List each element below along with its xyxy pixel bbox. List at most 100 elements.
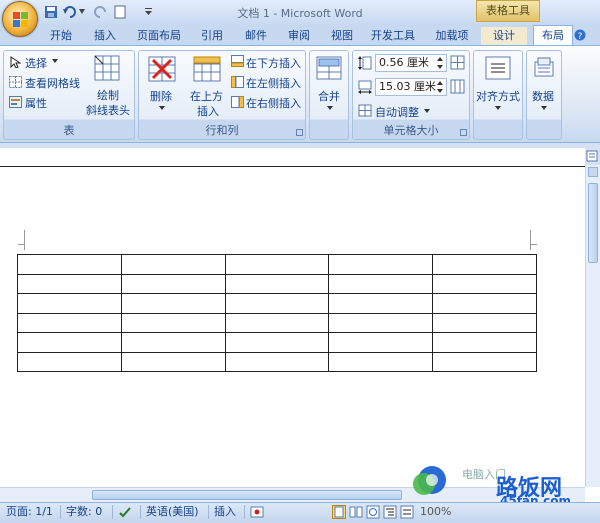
select-dropdown-icon[interactable] — [52, 59, 58, 63]
table-cell[interactable] — [328, 351, 434, 372]
tab-insert[interactable]: 插入 — [89, 27, 121, 45]
tab-add-ins[interactable]: 加载项 — [432, 27, 472, 45]
view-gridlines-button[interactable]: 查看网格线 — [25, 75, 80, 91]
insert-left-button[interactable]: 在左侧插入 — [246, 75, 301, 91]
table-cell[interactable] — [120, 312, 226, 333]
autofit-dropdown-icon[interactable] — [424, 109, 430, 113]
table-cell[interactable] — [328, 293, 434, 314]
table-cell[interactable] — [17, 351, 122, 372]
office-logo-icon — [13, 12, 28, 27]
tab-page-layout[interactable]: 页面布局 — [133, 27, 185, 45]
macro-record-icon[interactable] — [250, 505, 264, 519]
insert-above-line1[interactable]: 在上方 — [190, 88, 223, 104]
table-cell[interactable] — [432, 273, 537, 294]
tab-layout[interactable]: 布局 — [533, 25, 573, 46]
insert-above-line2[interactable]: 插入 — [197, 103, 219, 119]
size-dialog-launcher-icon[interactable] — [460, 129, 467, 136]
table-cell[interactable] — [328, 312, 434, 333]
col-width-spinner-icon[interactable] — [436, 79, 444, 95]
print-layout-view-icon[interactable] — [332, 505, 346, 519]
document-table[interactable] — [17, 254, 537, 372]
margin-corner-right — [531, 244, 537, 245]
full-screen-reading-icon[interactable] — [349, 505, 363, 519]
status-insert-mode[interactable]: 插入 — [214, 504, 236, 520]
tab-developer[interactable]: 开发工具 — [369, 27, 417, 45]
table-cell[interactable] — [17, 312, 122, 333]
data-dropdown-icon[interactable] — [541, 106, 547, 110]
vertical-scroll-thumb[interactable] — [588, 183, 598, 263]
office-button[interactable] — [2, 1, 38, 37]
tab-view[interactable]: 视图 — [326, 27, 358, 45]
view-ruler-icon[interactable] — [586, 150, 598, 162]
table-cell[interactable] — [328, 273, 434, 294]
alignment-dropdown-icon[interactable] — [495, 106, 501, 110]
group-table-label: 表 — [63, 124, 75, 137]
table-row[interactable] — [17, 293, 537, 314]
outline-view-icon[interactable] — [383, 505, 397, 519]
properties-button[interactable]: 属性 — [25, 95, 47, 111]
table-cell[interactable] — [432, 254, 537, 275]
row-height-spinner-icon[interactable] — [436, 55, 444, 71]
merge-button[interactable]: 合并 — [318, 88, 340, 104]
table-cell[interactable] — [224, 254, 330, 275]
table-row[interactable] — [17, 351, 537, 372]
horizontal-scroll-thumb[interactable] — [92, 490, 402, 500]
table-cell[interactable] — [328, 254, 434, 275]
table-cell[interactable] — [328, 332, 434, 353]
draw-header-line1[interactable]: 绘制 — [97, 87, 119, 103]
table-cell[interactable] — [224, 312, 330, 333]
table-cell[interactable] — [224, 351, 330, 372]
status-language[interactable]: 英语(美国) — [146, 504, 199, 520]
rows-dialog-launcher-icon[interactable] — [296, 129, 303, 136]
table-cell[interactable] — [120, 293, 226, 314]
scroll-up-button[interactable] — [588, 167, 598, 177]
select-button[interactable]: 选择 — [25, 55, 47, 71]
zoom-level[interactable]: 100% — [420, 504, 451, 520]
autofit-button[interactable]: 自动调整 — [375, 104, 419, 120]
gridlines-icon — [9, 76, 22, 88]
table-cell[interactable] — [224, 273, 330, 294]
table-cell[interactable] — [432, 293, 537, 314]
tab-review[interactable]: 审阅 — [283, 27, 315, 45]
table-cell[interactable] — [432, 351, 537, 372]
delete-button[interactable]: 删除 — [150, 88, 172, 104]
web-layout-icon[interactable] — [366, 505, 380, 519]
help-icon[interactable]: ? — [574, 28, 586, 42]
table-cell[interactable] — [120, 254, 226, 275]
table-cell[interactable] — [17, 332, 122, 353]
proofing-icon[interactable] — [118, 505, 132, 519]
table-row[interactable] — [17, 273, 537, 294]
delete-icon — [148, 56, 176, 82]
status-word-count[interactable]: 字数: 0 — [66, 504, 102, 520]
table-cell[interactable] — [17, 254, 122, 275]
merge-dropdown-icon[interactable] — [327, 106, 333, 110]
table-cell[interactable] — [120, 332, 226, 353]
distribute-cols-icon[interactable] — [450, 79, 465, 94]
table-cell[interactable] — [17, 273, 122, 294]
tab-home[interactable]: 开始 — [45, 27, 77, 45]
tab-references[interactable]: 引用 — [196, 27, 228, 45]
status-page[interactable]: 页面: 1/1 — [6, 504, 53, 520]
delete-dropdown-icon[interactable] — [159, 106, 165, 110]
status-separator — [208, 505, 209, 519]
table-cell[interactable] — [17, 293, 122, 314]
alignment-button[interactable]: 对齐方式 — [476, 88, 520, 104]
table-cell[interactable] — [224, 332, 330, 353]
tab-design[interactable]: 设计 — [481, 27, 527, 45]
vertical-scrollbar[interactable] — [585, 165, 600, 487]
data-button[interactable]: 数据 — [532, 88, 554, 104]
table-row[interactable] — [17, 312, 537, 333]
draft-view-icon[interactable] — [400, 505, 414, 519]
table-cell[interactable] — [432, 332, 537, 353]
insert-below-button[interactable]: 在下方插入 — [246, 55, 301, 71]
distribute-rows-icon[interactable] — [450, 55, 465, 70]
tab-mailings[interactable]: 邮件 — [240, 27, 272, 45]
table-cell[interactable] — [120, 351, 226, 372]
table-row[interactable] — [17, 332, 537, 353]
table-cell[interactable] — [432, 312, 537, 333]
table-cell[interactable] — [120, 273, 226, 294]
table-row[interactable] — [17, 254, 537, 275]
table-cell[interactable] — [224, 293, 330, 314]
insert-right-button[interactable]: 在右侧插入 — [246, 95, 301, 111]
draw-header-line2[interactable]: 斜线表头 — [86, 102, 130, 118]
